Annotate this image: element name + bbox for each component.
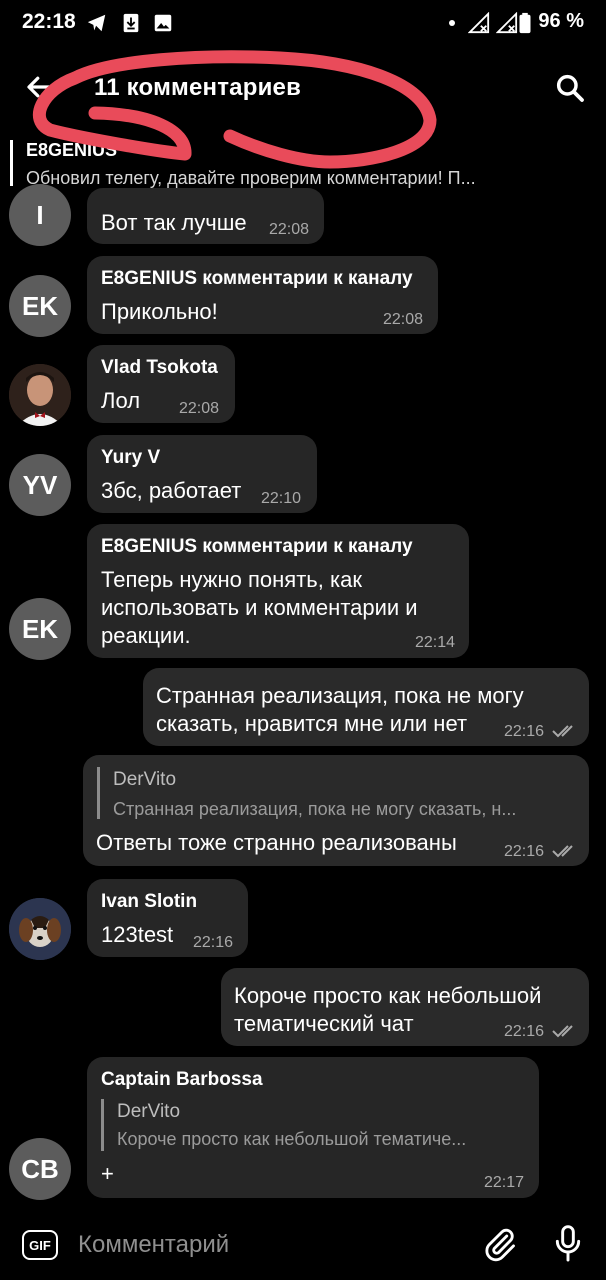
user-photo-avatar[interactable] [9, 898, 71, 960]
message-text-line: Короче просто как небольшой [234, 983, 542, 1008]
sender-name: Yury V [101, 447, 161, 468]
sender-name: E8GENIUS комментарии к каналу [101, 268, 413, 289]
message-time: 22:17 [484, 1174, 525, 1191]
battery-percent: 96 % [538, 10, 584, 32]
microphone-icon[interactable] [552, 1224, 584, 1264]
message-text-line: использовать и комментарии и [101, 595, 418, 620]
message-text: Прикольно! [101, 299, 218, 324]
quote-text: Странная реализация, пока не могу сказат… [113, 799, 517, 819]
double-check-icon [552, 725, 573, 738]
message-bubble[interactable]: Yury V 3бс, работает 22:10 [87, 435, 317, 513]
sender-name: Captain Barbossa [101, 1069, 263, 1090]
avatar[interactable]: CB [9, 1138, 71, 1200]
avatar[interactable]: EK [9, 275, 71, 337]
quote-bar [101, 1099, 104, 1151]
message-bubble[interactable]: E8GENIUS комментарии к каналу Прикольно!… [87, 256, 438, 334]
message-time: 22:10 [261, 490, 302, 507]
message-bubble[interactable]: Captain Barbossa DerVito Короче просто к… [87, 1057, 539, 1198]
gif-button[interactable]: GIF [22, 1230, 58, 1260]
message-text: Лол [101, 388, 141, 413]
pinned-text: Обновил телегу, давайте проверим коммент… [26, 168, 476, 188]
message-time: 22:16 [193, 934, 234, 951]
person-photo-icon [9, 364, 71, 426]
message-time: 22:08 [269, 221, 310, 238]
dot-icon [449, 20, 455, 26]
search-icon[interactable] [554, 72, 586, 104]
message-time: 22:16 [504, 843, 545, 860]
signal-icon-2 [496, 12, 518, 34]
message-text-line: реакции. [101, 623, 191, 648]
telegram-notification-icon [87, 14, 106, 32]
message-text-line: тематический чат [234, 1011, 414, 1036]
avatar[interactable]: EK [9, 598, 71, 660]
message-time: 22:08 [383, 311, 424, 328]
quote-name: DerVito [113, 769, 177, 790]
quote-text: Короче просто как небольшой тематиче... [117, 1129, 467, 1149]
message-text: + [101, 1161, 114, 1186]
own-message-bubble[interactable]: Странная реализация, пока не могу сказат… [143, 668, 589, 746]
double-check-icon [552, 1025, 573, 1038]
quote-bar [97, 767, 100, 819]
quote-name: DerVito [117, 1101, 181, 1122]
sender-name: E8GENIUS комментарии к каналу [101, 536, 413, 557]
user-photo-avatar[interactable] [9, 364, 71, 426]
battery-icon [519, 12, 531, 34]
message-time: 22:08 [179, 400, 220, 417]
avatar[interactable]: I [9, 184, 71, 246]
attach-icon[interactable] [482, 1226, 518, 1264]
message-time: 22:14 [415, 634, 456, 651]
message-bubble[interactable]: E8GENIUS комментарии к каналу Теперь нуж… [87, 524, 469, 658]
message-bubble[interactable]: Вот так лучше 22:08 [87, 188, 324, 244]
dog-photo-icon [9, 898, 71, 960]
sender-name: Ivan Slotin [101, 891, 198, 912]
message-text: Ответы тоже странно реализованы [96, 830, 457, 855]
comment-input[interactable]: Комментарий [78, 1231, 229, 1259]
message-time: 22:16 [504, 723, 545, 740]
download-notification-icon [123, 13, 139, 33]
message-text: Вот так лучше [101, 210, 247, 235]
message-text-line: Странная реализация, пока не могу [156, 683, 524, 708]
message-text-line: Теперь нужно понять, как [101, 567, 362, 592]
double-check-icon [552, 845, 573, 858]
message-bubble[interactable]: Ivan Slotin 123test 22:16 [87, 879, 248, 957]
own-message-bubble[interactable]: DerVito Странная реализация, пока не мог… [83, 755, 589, 866]
sender-name: Vlad Tsokota [101, 357, 218, 378]
red-annotation-scribble [32, 50, 437, 169]
message-text: 3бс, работает [101, 478, 242, 503]
message-text-line: сказать, нравится мне или нет [156, 711, 468, 736]
message-text: 123test [101, 922, 174, 947]
status-time: 22:18 [22, 10, 76, 33]
own-message-bubble[interactable]: Короче просто как небольшой тематический… [221, 968, 589, 1046]
image-notification-icon [154, 14, 172, 32]
message-time: 22:16 [504, 1023, 545, 1040]
avatar[interactable]: YV [9, 454, 71, 516]
signal-icon [468, 12, 490, 34]
message-bubble[interactable]: Vlad Tsokota Лол 22:08 [87, 345, 235, 423]
